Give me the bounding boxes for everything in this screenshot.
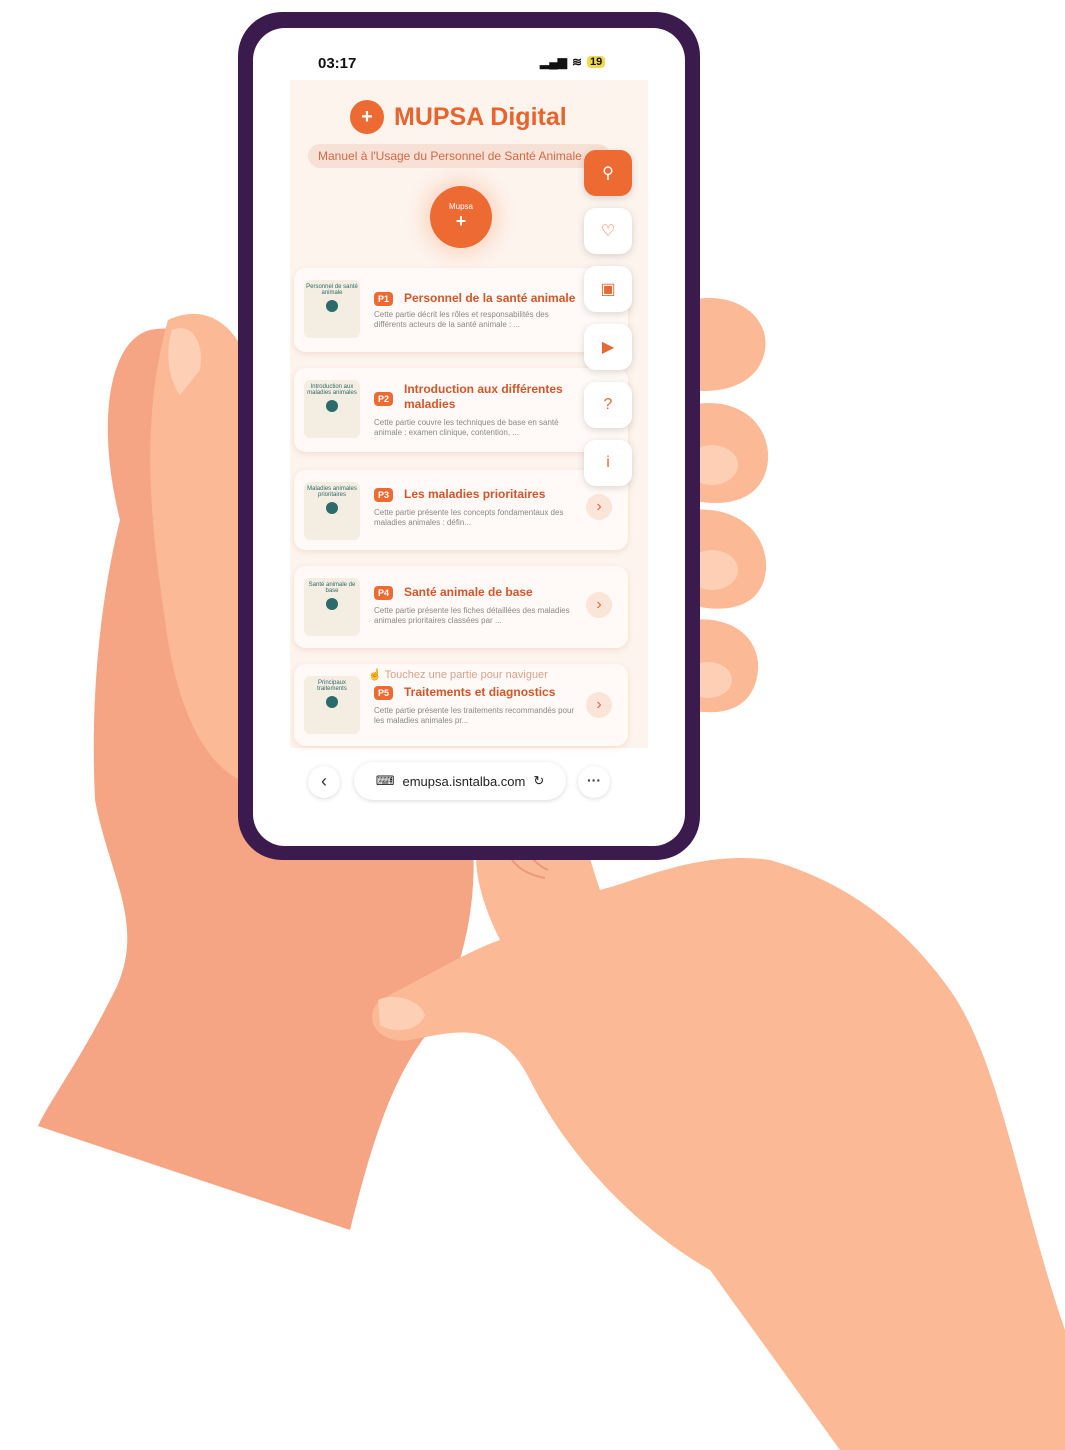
info-icon: i bbox=[606, 454, 610, 471]
part-description: Cette partie couvre les techniques de ba… bbox=[374, 418, 559, 437]
url-text: emupsa.isntalba.com bbox=[402, 773, 526, 789]
person-icon bbox=[326, 300, 338, 312]
help-button[interactable]: ? bbox=[584, 382, 632, 428]
chevron-right-icon[interactable]: › bbox=[586, 692, 612, 718]
part-card-p4[interactable]: Santé animale de base P4 Santé animale d… bbox=[294, 566, 628, 648]
more-button[interactable]: ··· bbox=[578, 766, 610, 798]
browser-toolbar: ‹ ⌨ emupsa.isntalba.com ↻ ··· bbox=[296, 758, 636, 802]
play-icon: ▶ bbox=[601, 339, 615, 356]
wifi-icon: ≋ bbox=[571, 55, 583, 69]
part-title: Les maladies prioritaires bbox=[404, 487, 546, 501]
app-logo-icon: + bbox=[350, 100, 384, 134]
part-card-p3[interactable]: Maladies animales prioritaires P3 Les ma… bbox=[294, 470, 628, 550]
app-title: MUPSA Digital bbox=[394, 102, 567, 131]
part-description: Cette partie présente les concepts fonda… bbox=[374, 508, 564, 527]
part-title: Personnel de la santé animale bbox=[404, 291, 576, 305]
chevron-right-icon[interactable]: › bbox=[586, 494, 612, 520]
part-description: Cette partie décrit les rôles et respons… bbox=[374, 310, 549, 329]
badge-label: Mupsa bbox=[448, 202, 473, 211]
virus-icon bbox=[326, 400, 338, 412]
part-thumbnail: Personnel de santé animale bbox=[304, 280, 360, 338]
signal-icon: ▂▄▆ bbox=[540, 55, 567, 69]
status-time: 03:17 bbox=[318, 55, 357, 72]
battery-icon: 19 bbox=[587, 56, 606, 68]
library-button[interactable]: ▣ bbox=[584, 266, 632, 312]
hint-text: Touchez une partie pour naviguer bbox=[384, 669, 548, 681]
part-tag: P4 bbox=[374, 586, 394, 600]
info-button[interactable]: i bbox=[584, 440, 632, 486]
app-subtitle: Manuel à l'Usage du Personnel de Santé A… bbox=[308, 144, 610, 168]
part-thumbnail: Principaux traitements bbox=[304, 676, 360, 734]
part-title: Traitements et diagnostics bbox=[404, 685, 556, 699]
part-thumbnail: Maladies animales prioritaires bbox=[304, 482, 360, 540]
back-button[interactable]: ‹ bbox=[308, 766, 340, 798]
animal-icon bbox=[326, 502, 338, 514]
part-tag: P1 bbox=[374, 292, 394, 306]
part-title: Santé animale de base bbox=[404, 585, 533, 599]
part-card-p2[interactable]: Introduction aux maladies animales P2 In… bbox=[294, 368, 628, 452]
app-header: + MUPSA Digital bbox=[350, 100, 567, 134]
reload-icon[interactable]: ↻ bbox=[533, 773, 544, 789]
mupsa-badge[interactable]: Mupsa + bbox=[430, 186, 492, 248]
part-card-p1[interactable]: Personnel de santé animale P1 Personnel … bbox=[294, 268, 628, 352]
heart-icon: ♡ bbox=[600, 223, 616, 240]
part-tag: P3 bbox=[374, 488, 394, 502]
part-thumbnail: Santé animale de base bbox=[304, 578, 360, 636]
book-icon: ▣ bbox=[600, 281, 616, 298]
part-tag: P2 bbox=[374, 392, 394, 406]
finger-1 bbox=[690, 298, 766, 391]
chevron-right-icon[interactable]: › bbox=[586, 592, 612, 618]
help-icon: ? bbox=[603, 396, 613, 413]
video-button[interactable]: ▶ bbox=[584, 324, 632, 370]
part-description: Cette partie présente les fiches détaill… bbox=[374, 606, 570, 625]
hand-pointer-icon: ☝ bbox=[368, 669, 385, 681]
part-tag: P5 bbox=[374, 686, 394, 700]
right-hand bbox=[371, 830, 1065, 1450]
search-icon: ⚲ bbox=[602, 165, 614, 182]
search-button[interactable]: ⚲ bbox=[584, 150, 632, 196]
treatment-icon bbox=[326, 696, 338, 708]
navigation-hint: ☝ Touchez une partie pour naviguer bbox=[368, 668, 548, 681]
status-icons: ▂▄▆ ≋ 19 bbox=[540, 55, 606, 69]
part-description: Cette partie présente les traitements re… bbox=[374, 706, 575, 725]
medical-cross-icon: + bbox=[455, 211, 467, 231]
part-thumbnail: Introduction aux maladies animales bbox=[304, 380, 360, 438]
url-bar[interactable]: ⌨ emupsa.isntalba.com ↻ bbox=[354, 762, 566, 800]
favorites-button[interactable]: ♡ bbox=[584, 208, 632, 254]
animal-icon bbox=[326, 598, 338, 610]
page-icon: ⌨ bbox=[375, 773, 395, 788]
part-title: Introduction aux différentes maladies bbox=[404, 382, 563, 411]
